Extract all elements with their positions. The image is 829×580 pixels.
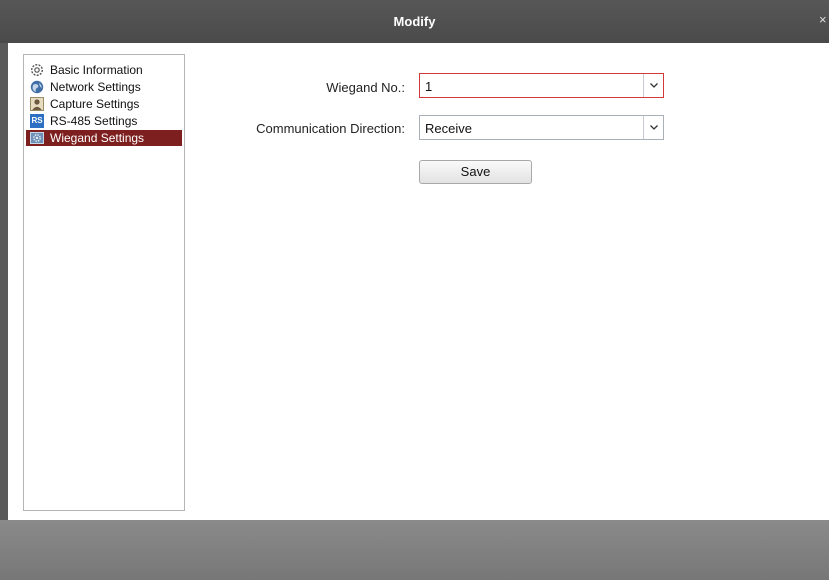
capture-icon [30,97,44,111]
settings-nav-panel: Basic Information Network Settings Captu… [23,54,185,511]
dialog-body: Basic Information Network Settings Captu… [8,43,829,520]
chevron-down-icon[interactable] [643,74,663,97]
communication-direction-select[interactable]: Receive [419,115,664,140]
nav-item-capture-settings[interactable]: Capture Settings [26,96,182,112]
nav-item-basic-information[interactable]: Basic Information [26,62,182,78]
nav-item-label: Wiegand Settings [50,131,145,145]
wiegand-no-select[interactable]: 1 [419,73,664,98]
gear-icon [30,63,44,77]
communication-direction-value: Receive [425,121,472,136]
close-button[interactable]: × [819,13,829,27]
wiegand-icon [30,131,44,145]
rs485-icon-text: RS [31,116,43,125]
footer-bar [0,520,829,580]
nav-item-label: Capture Settings [50,97,140,111]
rs485-icon: RS [30,114,44,128]
chevron-down-icon[interactable] [643,116,663,139]
communication-direction-label: Communication Direction: [256,121,405,136]
title-bar: Modify × [0,0,829,43]
nav-item-label: Network Settings [50,80,141,94]
nav-item-wiegand-settings[interactable]: Wiegand Settings [26,130,182,146]
window-title: Modify [393,14,436,29]
nav-item-label: Basic Information [50,63,143,77]
save-button[interactable]: Save [419,160,532,184]
globe-icon [30,80,44,94]
nav-item-rs485-settings[interactable]: RS RS-485 Settings [26,113,182,129]
nav-item-network-settings[interactable]: Network Settings [26,79,182,95]
wiegand-no-label: Wiegand No.: [326,80,405,95]
wiegand-no-value: 1 [425,79,433,94]
nav-item-label: RS-485 Settings [50,114,138,128]
